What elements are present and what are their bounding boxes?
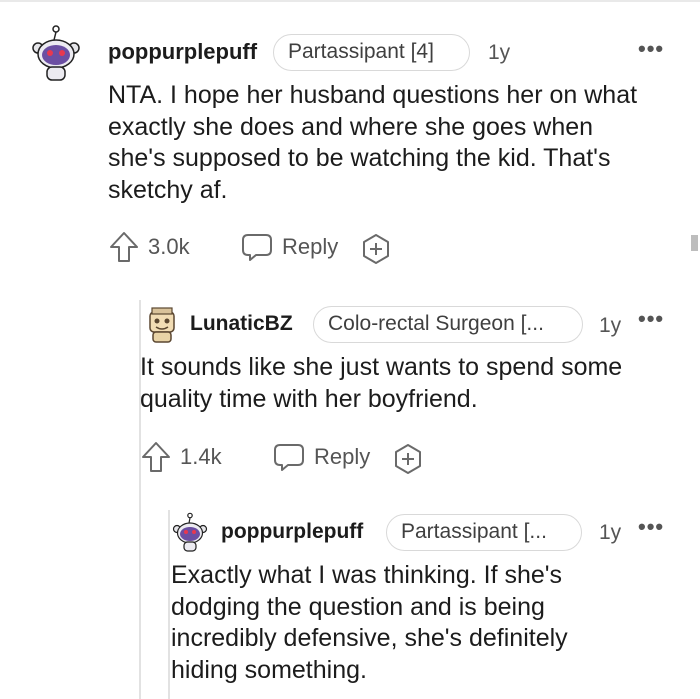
more-options-icon[interactable]: •••: [638, 516, 664, 538]
comment-body: Exactly what I was thinking. If she's do…: [171, 561, 568, 684]
comment-author[interactable]: poppurplepuff: [221, 520, 363, 544]
comment-reply-level-2: poppurplepuff Partassipant [... 1y ••• E…: [0, 0, 700, 699]
snoo-avatar-icon: [172, 512, 208, 552]
comment-age: 1y: [599, 521, 622, 544]
user-avatar[interactable]: [172, 512, 208, 552]
user-flair-badge: Partassipant [...: [386, 514, 582, 551]
